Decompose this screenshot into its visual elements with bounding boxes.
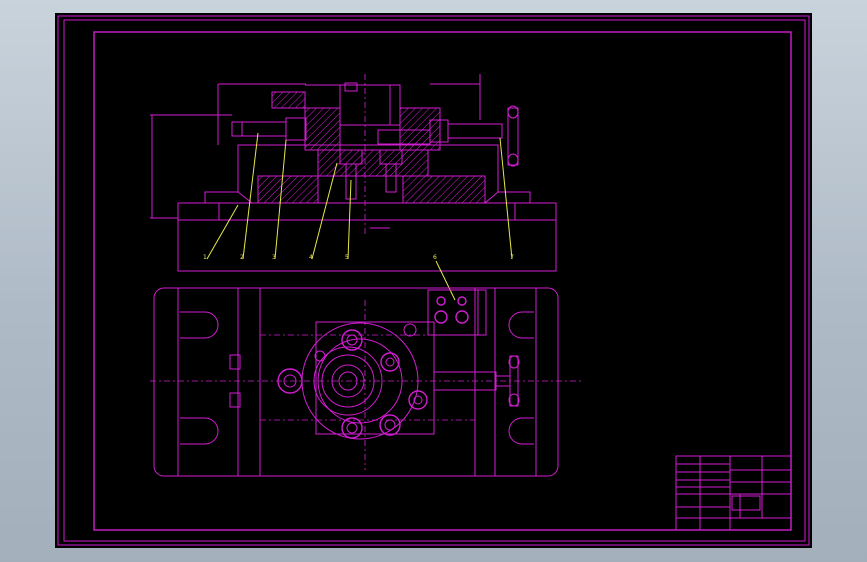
left-clamp-screw: [231, 121, 287, 137]
drawing-frame: [93, 31, 792, 531]
right-clamp-screw: [447, 123, 503, 139]
cad-viewport[interactable]: 1 2 3 4 5 6 7: [55, 13, 812, 548]
u-slot-left-top: [180, 311, 219, 339]
u-slot-left-bottom: [180, 417, 219, 445]
u-slot-right-bottom: [508, 417, 534, 445]
sheet-border: [63, 19, 806, 542]
u-slot-right-top: [508, 311, 534, 339]
drawing-canvas: [57, 15, 810, 546]
front-section-view: [150, 74, 557, 272]
outer-border: [57, 15, 810, 546]
title-block: [675, 455, 792, 531]
top-plan-view: [150, 287, 582, 477]
base-plate: [177, 202, 557, 272]
